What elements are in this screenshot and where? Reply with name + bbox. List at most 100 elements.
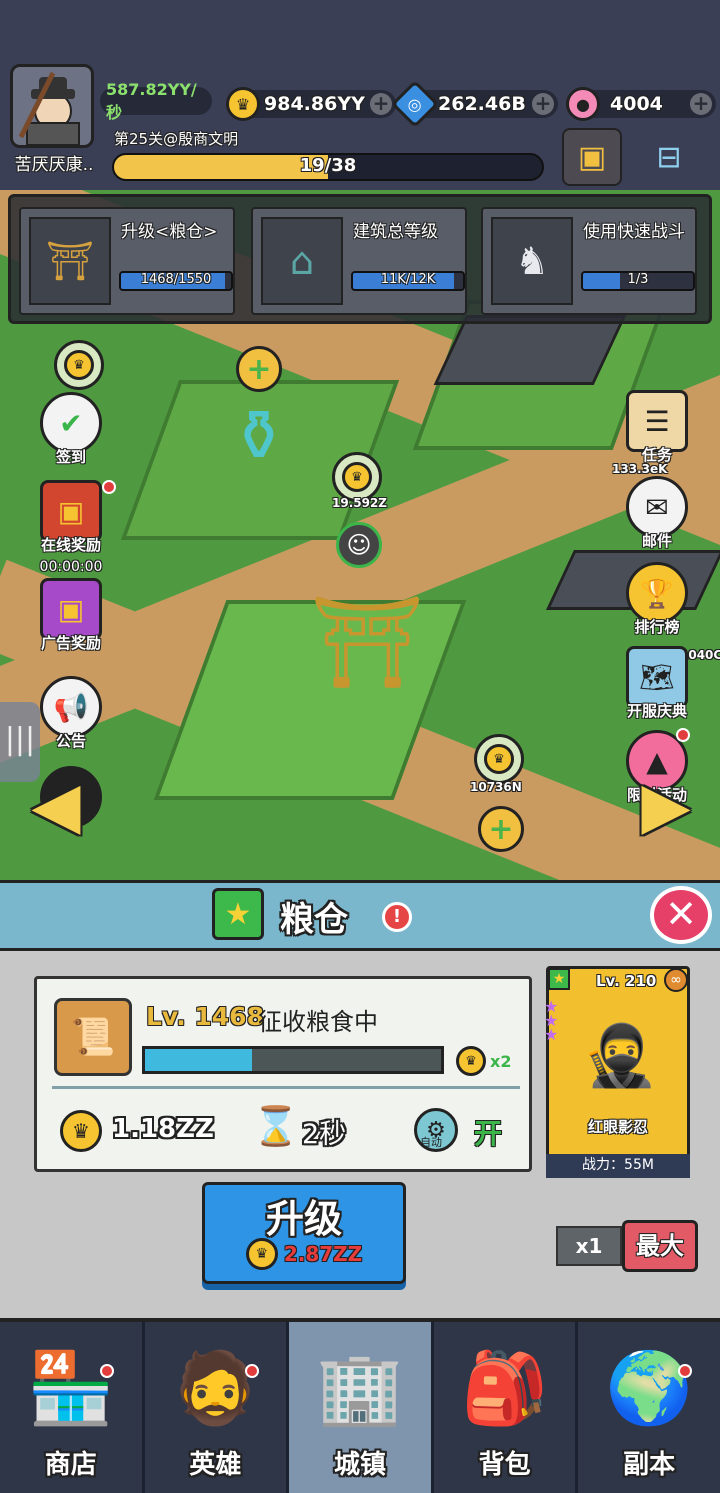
bottom-nav: 🏪 商店 🧔 英雄 🏢 城镇 🎒 背包 🌍 副本 <box>0 1318 720 1493</box>
building-panel-header <box>0 880 720 948</box>
sign-in-label: 签到 <box>55 448 86 466</box>
gold-resource: ♛ 984.86YY + <box>226 87 396 121</box>
go-board-building[interactable] <box>433 315 627 385</box>
hero-name: 红眼影忍 <box>587 1118 648 1136</box>
tasks-label: 任务 <box>641 446 672 464</box>
collect-coin-bubble-2[interactable]: ♛ <box>474 734 524 784</box>
cauldron-building-icon[interactable]: ⚱ <box>214 395 304 495</box>
collect-coin-bubble[interactable]: ♛ <box>332 452 382 502</box>
auto-label: 自动 <box>420 1136 442 1149</box>
notification-dot <box>100 1364 114 1378</box>
player-avatar[interactable] <box>10 64 94 148</box>
card-divider <box>52 1086 520 1089</box>
close-button[interactable]: ✕ <box>650 886 712 944</box>
quest-panel: ⛩ 升级<粮仓> 1468/1550 ⌂ 建筑总等级 11K/12K ♞ 使用快… <box>8 194 712 324</box>
hero-portrait-icon: 🥷 <box>582 1020 658 1091</box>
crown-coin-icon: ♛ <box>456 1046 486 1076</box>
map-value-1: 19.592Z <box>332 496 388 510</box>
left-arrow-icon[interactable]: ◀ <box>8 774 104 844</box>
envelope-icon: ✉ <box>626 476 688 538</box>
auto-toggle-state[interactable]: 开 <box>474 1112 502 1152</box>
nav-label: 英雄 <box>189 1450 242 1480</box>
right-arrow-icon[interactable]: ▶ <box>618 774 714 844</box>
nav-town[interactable]: 🏢 城镇 <box>289 1322 434 1493</box>
quest-title: 使用快速战斗 <box>583 222 685 242</box>
crown-coin-icon: ♛ <box>245 1238 278 1270</box>
tasks-button[interactable]: ☰ 任务 <box>622 390 692 465</box>
building-title: 粮仓 <box>280 900 348 940</box>
production-amount: 1.18ZZ <box>112 1114 214 1144</box>
notification-dot <box>102 480 116 494</box>
nav-label: 城镇 <box>333 1450 386 1480</box>
stage-label: 第25关@殷商文明 <box>114 130 239 148</box>
hero-star-icon: ★ <box>548 968 570 990</box>
build-plus-bubble-2[interactable]: + <box>478 806 524 852</box>
scroll-icon: ⊟ <box>656 139 682 175</box>
scroll-item-icon: 📜 <box>54 998 132 1076</box>
hero-power: 战力：55M <box>546 1154 690 1178</box>
nav-shop[interactable]: 🏪 商店 <box>0 1322 145 1493</box>
crown-coin-icon: ♛ <box>64 350 94 380</box>
avatar-figure-icon <box>18 71 80 146</box>
nav-label: 副本 <box>623 1450 676 1480</box>
building-level: Lv. 1468 <box>146 1002 264 1031</box>
quest-card-quick-battle[interactable]: ♞ 使用快速战斗 1/3 <box>481 207 697 315</box>
info-alert-icon[interactable]: ! <box>382 902 412 932</box>
crown-coin-icon: ♛ <box>484 744 514 774</box>
online-reward-button[interactable]: ▣ 在线奖励 00:00:00 <box>36 480 106 575</box>
treasure-chest-icon: ▣ <box>577 139 607 175</box>
anniversary-button[interactable]: 🗺 开服庆典 <box>612 646 702 721</box>
house-icon: ⌂ <box>261 217 343 305</box>
quest-progress-text: 11K/12K <box>380 272 436 287</box>
notification-dot <box>676 728 690 742</box>
nav-dungeon[interactable]: 🌍 副本 <box>578 1322 720 1493</box>
quest-card-upgrade[interactable]: ⛩ 升级<粮仓> 1468/1550 <box>19 207 235 315</box>
nav-hero[interactable]: 🧔 英雄 <box>145 1322 290 1493</box>
ranking-label: 排行榜 <box>634 618 680 636</box>
upgrade-cost: ♛ 2.87ZZ <box>202 1238 406 1270</box>
candy-value: 4004 <box>610 93 663 115</box>
hero-level: Lv. 210 <box>596 972 657 990</box>
add-gem-button[interactable]: + <box>532 93 554 115</box>
max-button[interactable]: 最大 <box>622 1220 698 1272</box>
quest-progress-text: 1468/1550 <box>140 272 212 287</box>
quest-title: 建筑总等级 <box>353 222 438 242</box>
quest-card-building-level[interactable]: ⌂ 建筑总等级 11K/12K <box>251 207 467 315</box>
add-candy-button[interactable]: + <box>690 93 712 115</box>
mail-button[interactable]: ✉ 邮件 <box>622 476 692 551</box>
crown-coin-icon: ♛ <box>342 462 372 492</box>
worker-portrait-icon[interactable]: ☺ <box>336 522 382 568</box>
multiplier-x1-button[interactable]: x1 <box>556 1226 622 1266</box>
granary-pagoda-icon[interactable]: ⛩ <box>310 590 424 760</box>
nav-backpack[interactable]: 🎒 背包 <box>434 1322 579 1493</box>
ad-reward-label: 广告奖励 <box>40 634 101 652</box>
candy-resource: ● 4004 + <box>566 87 716 121</box>
treasure-chest-icon: ▣ <box>40 480 102 542</box>
hourglass-icon: ⌛ <box>252 1104 300 1148</box>
notice-button[interactable]: 📢 公告 <box>36 676 106 751</box>
upgrade-label: 升级 <box>265 1197 342 1241</box>
add-gold-button[interactable]: + <box>370 93 392 115</box>
ad-chest-icon: ▣ <box>40 578 102 640</box>
shop-icon: 🏪 <box>27 1347 115 1429</box>
megaphone-icon: 📢 <box>40 676 102 738</box>
horse-icon: ♞ <box>491 217 573 305</box>
map-value-2: 10736N <box>470 780 522 794</box>
build-plus-bubble[interactable]: + <box>236 346 282 392</box>
gold-value: 984.86YY <box>264 93 365 115</box>
income-rate-value: 587.82YY/秒 <box>106 79 197 122</box>
ranking-button[interactable]: 🏆 排行榜 <box>622 562 692 637</box>
online-reward-label: 在线奖励 <box>40 536 101 554</box>
infinity-icon: ∞ <box>664 968 688 992</box>
gem-resource: ◎ 262.46B + <box>390 79 558 129</box>
collect-coin-bubble-3[interactable]: ♛ <box>54 340 104 390</box>
checkmark-calendar-icon: ✔ <box>40 392 102 454</box>
player-name: 苦厌厌康.. <box>14 155 94 175</box>
treasure-chest-button[interactable]: ▣ <box>562 128 622 186</box>
production-progress-bar <box>142 1046 444 1074</box>
scroll-button[interactable]: ⊟ <box>636 130 702 184</box>
ad-reward-button[interactable]: ▣ 广告奖励 <box>36 578 106 653</box>
sign-in-button[interactable]: ✔ 签到 <box>36 392 106 467</box>
backpack-icon: 🎒 <box>460 1347 549 1429</box>
nav-label: 商店 <box>44 1450 97 1480</box>
